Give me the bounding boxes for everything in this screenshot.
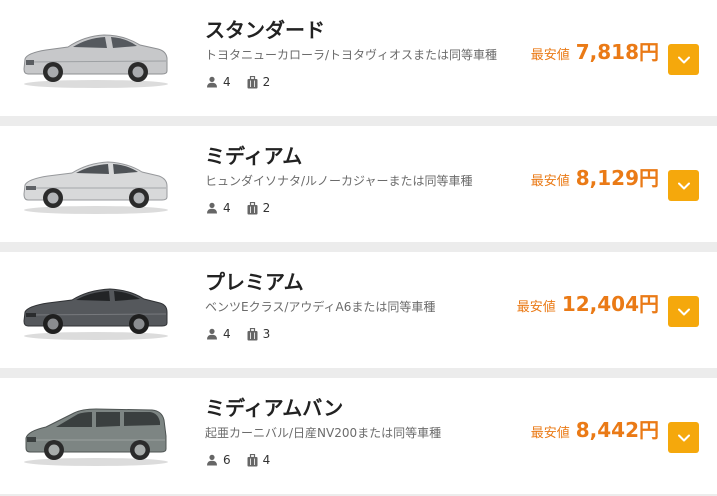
person-icon <box>207 454 217 466</box>
passenger-capacity: 4 <box>206 75 231 89</box>
car-specs: 6 4 <box>206 451 286 469</box>
expand-button[interactable] <box>668 422 699 453</box>
price-label: 最安値 <box>530 48 570 63</box>
price-block: 最安値 12,404円 <box>517 288 659 317</box>
car-specs: 4 3 <box>206 325 286 343</box>
car-specs: 4 2 <box>206 73 286 91</box>
person-icon <box>207 328 217 340</box>
luggage-count: 2 <box>262 201 271 215</box>
luggage-count: 3 <box>262 327 271 341</box>
luggage-capacity: 2 <box>247 75 271 89</box>
luggage-capacity: 4 <box>247 453 271 467</box>
passenger-capacity: 4 <box>206 327 231 341</box>
price-value: 12,404円 <box>561 292 659 316</box>
luggage-capacity: 2 <box>247 201 271 215</box>
car-card-premium: プレミアム ベンツEクラス/アウディA6または同等車種 4 3 最安値 12,4… <box>0 252 717 368</box>
price-value: 8,129円 <box>575 166 659 190</box>
car-class-name: プレミアム <box>205 270 304 294</box>
car-models: ヒュンダイソナタ/ルノーカジャーまたは同等車種 <box>205 174 473 188</box>
chevron-down-icon <box>677 182 690 189</box>
car-image <box>16 274 174 346</box>
car-card-medium-van: ミディアムバン 起亜カーニバル/日産NV200または同等車種 6 4 最安値 8… <box>0 378 717 494</box>
car-class-name: ミディアム <box>205 144 303 168</box>
expand-button[interactable] <box>668 44 699 75</box>
car-class-name: ミディアムバン <box>205 396 344 420</box>
luggage-icon <box>247 75 258 88</box>
car-models: 起亜カーニバル/日産NV200または同等車種 <box>205 426 442 440</box>
luggage-count: 4 <box>262 453 271 467</box>
chevron-down-icon <box>677 308 690 315</box>
passenger-count: 4 <box>223 75 231 89</box>
car-image <box>16 400 174 472</box>
price-label: 最安値 <box>530 426 570 441</box>
car-models: トヨタニューカローラ/トヨタヴィオスまたは同等車種 <box>205 48 498 62</box>
price-label: 最安値 <box>516 300 556 315</box>
car-image <box>16 148 174 220</box>
price-label: 最安値 <box>530 174 570 189</box>
car-card-medium: ミディアム ヒュンダイソナタ/ルノーカジャーまたは同等車種 4 2 最安値 8,… <box>0 126 717 242</box>
chevron-down-icon <box>677 56 690 63</box>
price-value: 7,818円 <box>575 40 659 64</box>
passenger-count: 4 <box>223 327 231 341</box>
passenger-capacity: 4 <box>206 201 231 215</box>
luggage-count: 2 <box>262 75 271 89</box>
person-icon <box>207 202 217 214</box>
chevron-down-icon <box>677 434 690 441</box>
passenger-count: 6 <box>223 453 231 467</box>
car-specs: 4 2 <box>206 199 286 217</box>
car-models: ベンツEクラス/アウディA6または同等車種 <box>205 300 436 314</box>
price-block: 最安値 8,442円 <box>531 414 659 443</box>
expand-button[interactable] <box>668 296 699 327</box>
luggage-icon <box>247 201 258 214</box>
price-block: 最安値 7,818円 <box>531 36 659 65</box>
passenger-capacity: 6 <box>206 453 231 467</box>
price-block: 最安値 8,129円 <box>531 162 659 191</box>
person-icon <box>207 76 217 88</box>
luggage-icon <box>247 453 258 466</box>
car-image <box>16 22 174 94</box>
car-card-standard: スタンダード トヨタニューカローラ/トヨタヴィオスまたは同等車種 4 2 最安値… <box>0 0 717 116</box>
luggage-icon <box>247 327 258 340</box>
expand-button[interactable] <box>668 170 699 201</box>
car-class-name: スタンダード <box>205 18 325 42</box>
luggage-capacity: 3 <box>247 327 271 341</box>
price-value: 8,442円 <box>575 418 659 442</box>
passenger-count: 4 <box>223 201 231 215</box>
